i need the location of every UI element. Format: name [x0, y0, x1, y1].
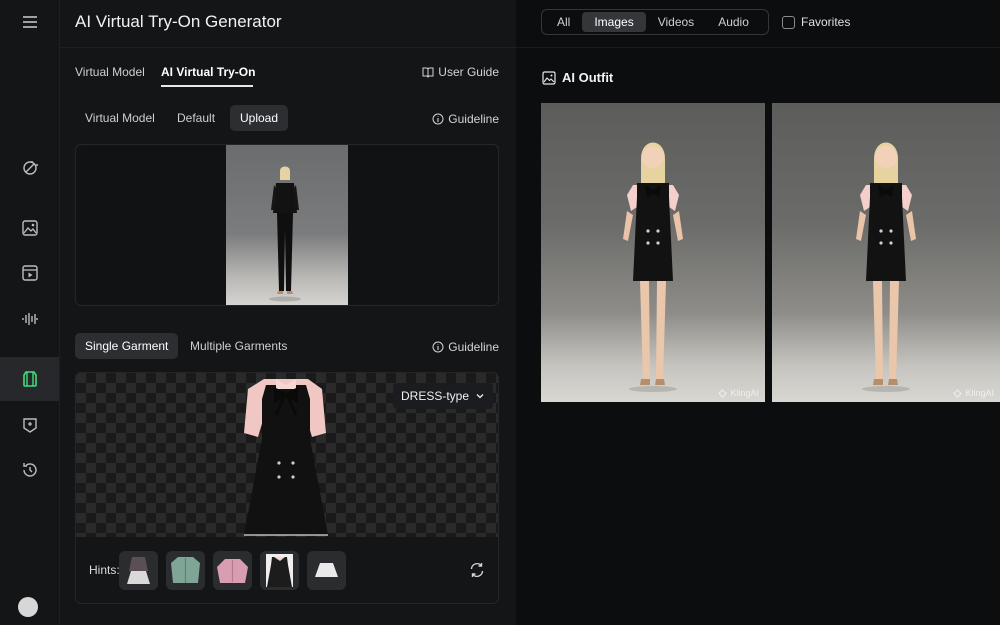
- model-guideline-link[interactable]: Guideline: [432, 112, 499, 126]
- menu-button[interactable]: [0, 0, 59, 44]
- favorites-checkbox[interactable]: [782, 15, 795, 29]
- hint-top-skirt[interactable]: [119, 551, 158, 590]
- garment-type-select[interactable]: DRESS-type: [393, 383, 494, 409]
- kling-logo-icon: [718, 388, 728, 398]
- image-icon: [21, 220, 38, 236]
- book-icon: [422, 67, 434, 78]
- effects-icon: [22, 418, 37, 433]
- favorites-toggle[interactable]: Favorites: [782, 15, 850, 29]
- sidebar-item-video[interactable]: [0, 251, 59, 295]
- kling-logo-icon: [953, 388, 963, 398]
- tab-ai-virtual-try-on[interactable]: AI Virtual Try-On: [161, 65, 255, 79]
- hint-white-skirt-thumb: [315, 563, 338, 577]
- filter-images[interactable]: Images: [582, 12, 646, 32]
- guideline-label: Guideline: [448, 340, 499, 354]
- filter-videos[interactable]: Videos: [646, 12, 706, 32]
- hint-pink-jacket[interactable]: [213, 551, 252, 590]
- hamburger-icon: [22, 16, 37, 28]
- sidebar-item-try-on[interactable]: [0, 357, 59, 401]
- sidebar-item-effects[interactable]: [0, 403, 59, 447]
- guideline-label: Guideline: [448, 112, 499, 126]
- refresh-icon[interactable]: [468, 561, 486, 579]
- media-filter: All Images Videos Audio: [541, 9, 769, 35]
- audio-wave-icon: [21, 313, 38, 325]
- garment-guideline-link[interactable]: Guideline: [432, 340, 499, 354]
- sidebar-item-audio[interactable]: [0, 297, 59, 341]
- avatar[interactable]: [18, 597, 38, 617]
- divider: [516, 47, 1000, 48]
- favorites-label: Favorites: [801, 15, 851, 29]
- result-image-1[interactable]: KlingAI: [541, 103, 765, 402]
- watermark: KlingAI: [953, 388, 994, 398]
- garment-upload-area[interactable]: DRESS-type Hints:: [75, 372, 499, 604]
- video-icon: [21, 265, 38, 281]
- result-figure: [856, 142, 916, 392]
- watermark-label: KlingAI: [730, 388, 759, 398]
- hint-dress-thumb: [266, 554, 293, 587]
- garment-mode-single[interactable]: Single Garment: [75, 333, 179, 359]
- hint-pink-jacket-thumb: [217, 559, 248, 583]
- divider: [60, 47, 516, 48]
- section-title: AI Outfit: [542, 70, 613, 85]
- watermark-label: KlingAI: [965, 388, 994, 398]
- dress-garment-image: [244, 379, 328, 536]
- page-title: AI Virtual Try-On Generator: [75, 12, 282, 31]
- section-title-label: AI Outfit: [562, 70, 614, 85]
- info-icon: [432, 113, 444, 125]
- filter-audio[interactable]: Audio: [706, 12, 761, 32]
- model-source-virtual-model[interactable]: Virtual Model: [75, 105, 165, 131]
- model-source-default[interactable]: Default: [167, 105, 225, 131]
- filter-all[interactable]: All: [545, 12, 582, 32]
- sidebar: [0, 0, 60, 625]
- try-on-icon: [22, 371, 37, 387]
- chevron-down-icon: [476, 394, 484, 399]
- uploaded-model-photo: [226, 145, 348, 305]
- magic-wand-icon: [22, 161, 38, 175]
- image-icon: [542, 70, 556, 85]
- hint-dress[interactable]: [260, 551, 299, 590]
- history-icon: [22, 463, 37, 477]
- model-source-upload[interactable]: Upload: [230, 105, 289, 131]
- result-image-2[interactable]: KlingAI: [772, 103, 1000, 402]
- user-guide-link[interactable]: User Guide: [422, 65, 499, 79]
- try-on-panel: AI Virtual Try-On Generator Virtual Mode…: [60, 0, 516, 625]
- model-figure: [269, 166, 301, 302]
- hint-white-skirt[interactable]: [307, 551, 346, 590]
- sidebar-item-magic[interactable]: [0, 146, 59, 190]
- hint-green-jacket-thumb: [171, 557, 200, 583]
- garment-mode-multiple[interactable]: Multiple Garments: [180, 333, 297, 359]
- model-upload-area[interactable]: [75, 144, 499, 306]
- user-guide-label: User Guide: [438, 65, 499, 79]
- result-figure: [623, 142, 683, 392]
- hint-top-skirt-thumb: [127, 557, 150, 584]
- garment-type-value: DRESS-type: [401, 389, 470, 403]
- info-icon: [432, 341, 444, 353]
- tab-active-indicator: [161, 85, 253, 87]
- tab-virtual-model[interactable]: Virtual Model: [75, 65, 145, 79]
- hints-label: Hints:: [89, 563, 120, 577]
- hint-green-jacket[interactable]: [166, 551, 205, 590]
- watermark: KlingAI: [718, 388, 759, 398]
- results-area: All Images Videos Audio Favorites AI Out…: [516, 0, 1000, 625]
- sidebar-item-image[interactable]: [0, 206, 59, 250]
- sidebar-item-history[interactable]: [0, 448, 59, 492]
